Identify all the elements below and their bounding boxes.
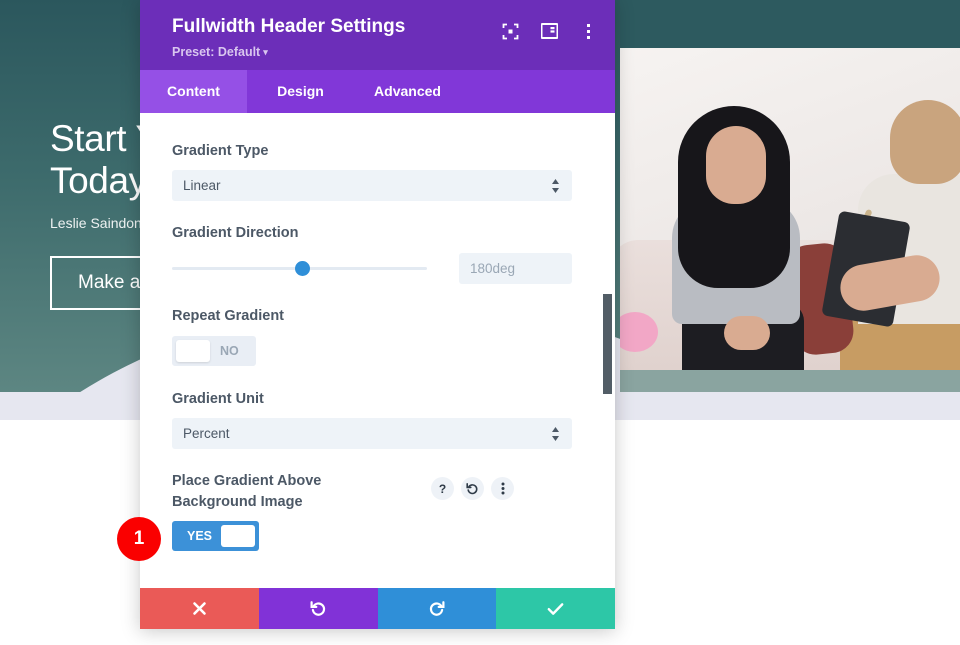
photo-person2-head (890, 100, 960, 184)
gradient-type-label: Gradient Type (172, 142, 269, 159)
tab-design[interactable]: Design (247, 70, 354, 113)
repeat-gradient-toggle-label: NO (220, 343, 239, 358)
focus-icon[interactable] (501, 22, 519, 40)
gradient-direction-row (172, 252, 583, 284)
modal-tabs: Content Design Advanced (140, 69, 615, 113)
chevron-down-icon: ▾ (263, 46, 268, 57)
modal-header-icons (501, 22, 597, 40)
layout-panel-icon[interactable] (540, 22, 558, 40)
preset-selector[interactable]: Preset: Default ▾ (172, 45, 595, 59)
gradient-direction-slider[interactable] (172, 258, 427, 278)
fullwidth-header-settings-modal: Fullwidth Header Settings Preset: Defaul… (140, 0, 615, 629)
gradient-direction-label: Gradient Direction (172, 225, 299, 242)
modal-scrollbar[interactable] (603, 293, 612, 394)
reset-icon[interactable] (461, 477, 484, 501)
modal-body: Gradient Type Linear Gradient Direction (140, 112, 615, 588)
gradient-type-select-wrap: Linear (172, 170, 572, 202)
slider-handle[interactable] (295, 260, 310, 276)
help-icon[interactable]: ? (431, 477, 454, 501)
place-gradient-label-row: Place Gradient Above Background Image ? (172, 471, 583, 521)
hero-photo (620, 48, 960, 370)
field-gradient-direction: Gradient Direction (172, 223, 583, 284)
tab-advanced[interactable]: Advanced (354, 70, 461, 113)
screen-root: Start Your Today. Leslie Saindon Make a … (0, 0, 960, 645)
preset-label: Preset: Default (172, 44, 261, 59)
undo-button[interactable] (258, 588, 378, 629)
more-vertical-icon[interactable] (491, 477, 514, 501)
redo-button[interactable] (377, 588, 497, 629)
place-gradient-toggle-label: YES (187, 529, 213, 544)
gradient-unit-select-wrap: Percent (172, 418, 572, 450)
field-repeat-gradient: Repeat Gradient NO (172, 306, 583, 367)
save-button[interactable] (496, 588, 615, 629)
gradient-unit-label: Gradient Unit (172, 390, 264, 407)
modal-footer (140, 588, 615, 629)
field-gradient-type: Gradient Type Linear (172, 141, 583, 202)
place-gradient-toggle[interactable]: YES (172, 521, 260, 552)
repeat-gradient-label: Repeat Gradient (172, 307, 284, 324)
more-vertical-icon[interactable] (579, 22, 597, 40)
cancel-button[interactable] (140, 588, 259, 629)
photo-person1-hands (724, 316, 770, 350)
place-gradient-row-actions: ? (431, 477, 514, 501)
tab-content[interactable]: Content (140, 69, 247, 113)
gradient-type-select[interactable]: Linear (172, 170, 572, 202)
repeat-gradient-toggle[interactable]: NO (172, 335, 256, 366)
gradient-unit-select[interactable]: Percent (172, 418, 572, 450)
toggle-knob (221, 525, 256, 548)
gradient-direction-input[interactable] (459, 252, 572, 284)
annotation-badge-1: 1 (117, 517, 161, 561)
photo-person1-face (706, 126, 766, 204)
field-gradient-unit: Gradient Unit Percent (172, 389, 583, 450)
place-gradient-label: Place Gradient Above Background Image (172, 473, 322, 510)
field-place-gradient-above: Place Gradient Above Background Image ? (172, 471, 583, 552)
modal-header: Fullwidth Header Settings Preset: Defaul… (140, 0, 615, 70)
toggle-knob (176, 339, 210, 362)
